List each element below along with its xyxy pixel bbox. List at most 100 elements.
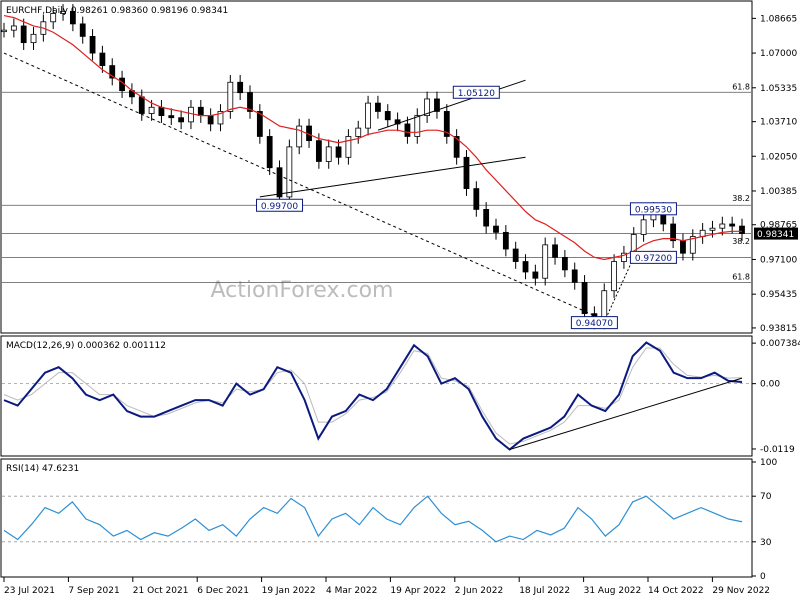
candle-body [611, 261, 617, 292]
candle-body [502, 231, 509, 250]
date-axis-tick-label: 19 Apr 2022 [390, 586, 446, 596]
candle-body [365, 102, 371, 129]
candle-body [739, 225, 745, 235]
candle-body [571, 269, 578, 283]
candle-body [640, 219, 647, 235]
candle-body [325, 146, 332, 162]
trendline [603, 257, 635, 323]
price-axis-tick-label: 1.05335 [760, 84, 797, 94]
candle-body [79, 23, 86, 37]
candle-body [10, 25, 17, 31]
candle-body [680, 240, 686, 254]
price-axis-tick-label: 1.07000 [760, 49, 797, 59]
fib-label: 61.8 [732, 272, 750, 281]
current-price-label: 0.98341 [757, 230, 794, 240]
rsi-axis-tick-label: 30 [760, 538, 772, 548]
candle-body [99, 52, 106, 66]
candle-body [266, 136, 273, 169]
candle-body [473, 188, 480, 210]
candle-body [1, 29, 7, 33]
candle-body [20, 25, 27, 44]
ohlc-readout: 0.98261 0.98360 0.98196 0.98341 [71, 6, 228, 16]
fib-label: 61.8 [732, 82, 750, 91]
candle-body [552, 244, 558, 258]
candle-body [89, 35, 96, 54]
rsi-axis-tick-label: 70 [760, 492, 772, 502]
candle-body [30, 33, 37, 44]
candle-body [404, 123, 411, 137]
axis-layer: 1.08665 1.07000 1.05335 1.03710 1.02050 1.003… [3, 14, 800, 596]
candle-body [237, 81, 244, 94]
symbol-label: EURCHF,Daily [6, 6, 69, 16]
candle-body [709, 227, 716, 231]
candle-body [345, 136, 352, 158]
date-axis-tick-label: 31 Aug 2022 [584, 586, 642, 596]
candle-body [178, 117, 185, 123]
date-axis-tick-label: 23 Jul 2021 [4, 586, 55, 596]
rsi-title: RSI(14) 47.6231 [6, 464, 79, 474]
candle-body [493, 225, 499, 233]
price-axis-tick-label: 0.95435 [760, 290, 797, 300]
candle-body [729, 223, 736, 227]
macd-axis-tick-label: 0.007384 [760, 339, 800, 349]
price-level-label: 0.99530 [635, 205, 672, 215]
price-axis-tick-label: 1.00385 [760, 187, 797, 197]
candle-body [315, 140, 322, 162]
candle-body [197, 106, 204, 117]
date-axis-tick-label: 6 Dec 2021 [197, 586, 249, 596]
rsi-line [3, 495, 743, 543]
price-level-label: 0.97200 [635, 254, 672, 264]
date-axis-tick-label: 2 Jun 2022 [455, 586, 503, 596]
watermark-text: ActionForex.com [211, 278, 394, 303]
macd-trendline [509, 377, 743, 450]
price-axis-tick-label: 0.93815 [760, 324, 797, 334]
rsi-axis-tick-label: 0 [760, 572, 766, 582]
date-axis-tick-label: 7 Sep 2021 [68, 586, 119, 596]
macd-axis-tick-label: -0.0119 [760, 445, 795, 455]
candle-body [335, 146, 342, 158]
candle-body [483, 209, 490, 227]
candle-body [207, 115, 214, 125]
candle-body [581, 281, 588, 315]
price-level-label: 0.94070 [576, 319, 613, 329]
candle-body [512, 248, 519, 262]
fib-label: 38.2 [732, 194, 750, 203]
macd-axis-tick-label: 0.00 [760, 380, 780, 390]
chart-canvas: ActionForex.com 1.05120 0.99700 0.99530 0.9… [0, 0, 800, 596]
trendline [377, 79, 526, 131]
chart-title: EURCHF,Daily 0.98261 0.98360 0.98196 0.9… [6, 6, 228, 16]
candle-body [296, 125, 303, 148]
price-level-label: 1.05120 [458, 89, 495, 99]
candle-body [719, 223, 726, 229]
candle-body [463, 156, 470, 189]
price-axis-tick-label: 1.08665 [760, 14, 797, 24]
candle-body [227, 81, 234, 112]
candle-body [355, 127, 362, 137]
date-axis-tick-label: 14 Oct 2022 [648, 586, 704, 596]
candle-body [138, 96, 145, 114]
price-axis-tick-label: 1.02050 [760, 152, 797, 162]
candle-body [532, 271, 539, 279]
macd-title: MACD(12,26,9) 0.000362 0.001112 [6, 341, 166, 351]
price-axis-tick-label: 0.97100 [760, 255, 797, 265]
candle-body [276, 167, 283, 198]
macd-layer [2, 341, 751, 451]
rsi-axis-tick-label: 100 [760, 458, 777, 468]
date-axis-tick-label: 21 Oct 2021 [133, 586, 189, 596]
candle-body [561, 256, 568, 271]
fib-label: 38.2 [732, 237, 750, 246]
date-axis-tick-label: 29 Nov 2022 [712, 586, 770, 596]
candle-body [168, 115, 175, 119]
date-axis-tick-label: 4 Mar 2022 [326, 586, 377, 596]
rsi-panel-frame [0, 458, 753, 578]
price-axis-tick-label: 1.03710 [760, 118, 797, 128]
price-level-label: 0.99700 [261, 202, 298, 212]
macd-line [3, 341, 743, 451]
candle-body [522, 261, 529, 273]
sma-line [3, 14, 742, 261]
candle-body [158, 106, 165, 117]
candle-body [148, 106, 155, 114]
candle-body [384, 111, 391, 121]
candle-body [414, 115, 421, 137]
candle-body [375, 102, 381, 112]
